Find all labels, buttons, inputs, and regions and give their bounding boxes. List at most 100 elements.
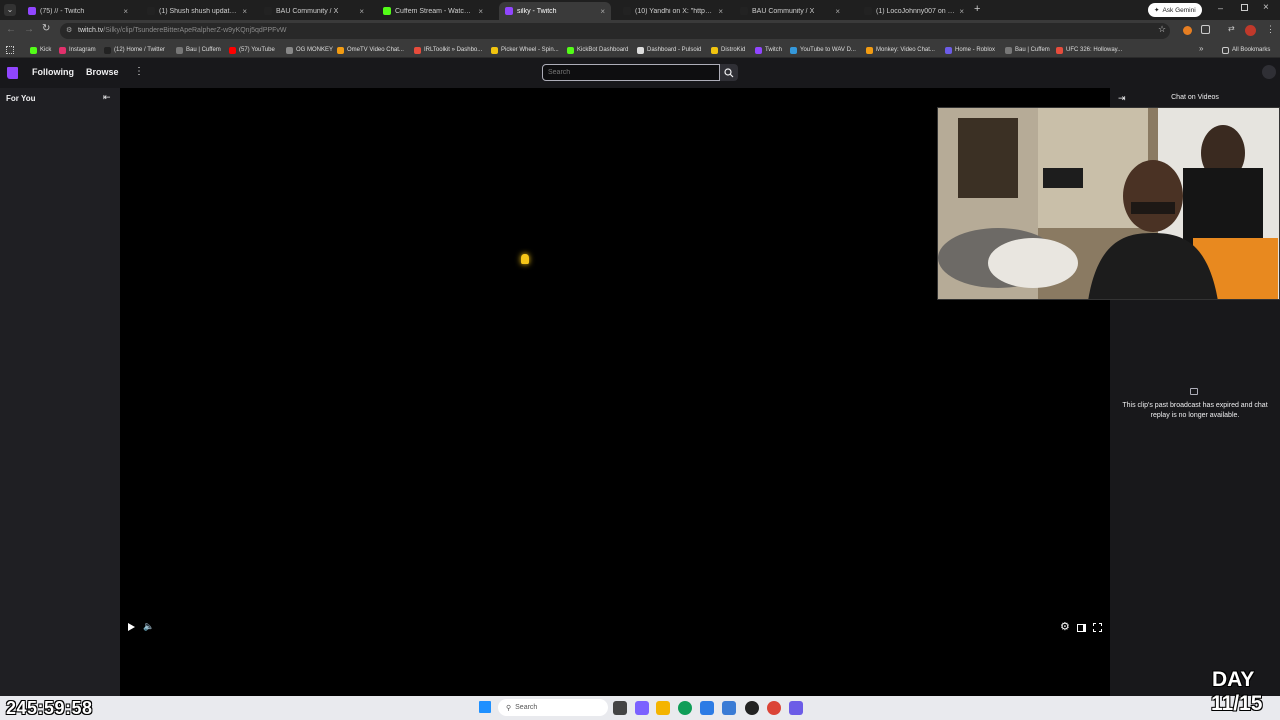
fullscreen-icon[interactable] bbox=[1093, 623, 1102, 632]
bookmark-item[interactable]: (57) YouTube bbox=[229, 45, 275, 55]
day-counter-label: DAY bbox=[1212, 668, 1255, 691]
chrome-icon[interactable] bbox=[767, 701, 781, 715]
bookmark-item[interactable]: YouTube to WAV D... bbox=[790, 45, 856, 55]
bookmark-item[interactable]: OG MONKEY bbox=[286, 45, 333, 55]
app-icon[interactable] bbox=[789, 701, 803, 715]
nav-browse[interactable]: Browse bbox=[86, 67, 119, 77]
ask-gemini-button[interactable]: ✦ Ask Gemini bbox=[1148, 3, 1202, 17]
profile-avatar[interactable] bbox=[1245, 25, 1256, 36]
back-button[interactable]: ← bbox=[6, 24, 16, 35]
obs-icon[interactable] bbox=[745, 701, 759, 715]
taskbar-search-label: Search bbox=[515, 704, 538, 711]
bookmark-item[interactable]: Picker Wheel - Spin... bbox=[491, 45, 559, 55]
plus-icon: + bbox=[974, 3, 981, 15]
bookmark-item[interactable]: KickBot Dashboard bbox=[567, 45, 628, 55]
site-info-icon[interactable]: ⚙ bbox=[66, 23, 72, 39]
bookmark-label: Twitch bbox=[765, 47, 783, 53]
browser-menu-icon[interactable]: ⋮ bbox=[1266, 24, 1275, 35]
bookmark-item[interactable]: Twitch bbox=[755, 45, 782, 55]
puzzle-icon[interactable] bbox=[1201, 25, 1210, 34]
bookmark-star-icon[interactable]: ☆ bbox=[1158, 24, 1166, 35]
tab-close-icon[interactable]: × bbox=[718, 7, 723, 16]
bookmark-favicon-icon bbox=[491, 46, 498, 54]
bookmark-label: Monkey: Video Chat... bbox=[876, 47, 935, 53]
browser-tab[interactable]: (1) Shush shush updates on × bbox=[141, 2, 253, 20]
bookmark-label: Home - Roblox bbox=[955, 47, 996, 53]
bookmark-item[interactable]: Monkey: Video Chat... bbox=[866, 45, 935, 55]
bookmark-favicon-icon bbox=[176, 46, 183, 54]
store-icon[interactable] bbox=[700, 701, 714, 715]
tab-label: BAU Community / X bbox=[752, 7, 815, 15]
tab-close-icon[interactable]: × bbox=[123, 7, 128, 16]
bookmark-item[interactable]: DistroKid bbox=[711, 45, 745, 55]
stream-timer: 245:59:58 bbox=[6, 698, 93, 718]
browser-tab[interactable]: (10) Yandhi on X: "https://t.co/× bbox=[617, 2, 729, 20]
tab-close-icon[interactable]: × bbox=[959, 7, 964, 16]
bookmark-label: Bau | Cuffem bbox=[186, 47, 221, 53]
copilot-icon[interactable] bbox=[635, 701, 649, 715]
play-button[interactable] bbox=[128, 623, 135, 631]
extension-icon[interactable] bbox=[1183, 26, 1192, 35]
tab-favicon-icon bbox=[740, 7, 748, 15]
chat-unavailable-message: This clip's past broadcast has expired a… bbox=[1122, 402, 1268, 419]
app-icon[interactable] bbox=[722, 701, 736, 715]
bookmark-item[interactable]: IRLToolkit » Dashbo... bbox=[414, 45, 482, 55]
taskbar-search[interactable]: ⚲ Search bbox=[498, 699, 608, 716]
volume-icon[interactable]: 🔈 bbox=[143, 621, 154, 632]
ask-gemini-label: Ask Gemini bbox=[1162, 6, 1196, 14]
bookmark-favicon-icon bbox=[286, 46, 293, 54]
folder-icon bbox=[1222, 46, 1229, 54]
browser-tab[interactable]: BAU Community / X × bbox=[258, 2, 370, 20]
profile-switch-icon[interactable]: ⇄ bbox=[1228, 24, 1235, 33]
bookmark-item[interactable]: Instagram bbox=[59, 45, 96, 55]
collapse-sidebar-icon[interactable]: ⇤ bbox=[103, 92, 111, 103]
tab-close-icon[interactable]: × bbox=[359, 7, 364, 16]
reload-button[interactable]: ↻ bbox=[42, 23, 50, 34]
tab-close-icon[interactable]: × bbox=[478, 7, 483, 16]
tab-close-icon[interactable]: × bbox=[835, 7, 840, 16]
tab-label: silky - Twitch bbox=[517, 7, 557, 15]
bookmark-item[interactable]: UFC 326: Holloway... bbox=[1056, 45, 1122, 55]
bookmark-item[interactable]: Bau | Cuffem bbox=[1005, 45, 1050, 55]
restore-button[interactable] bbox=[1241, 4, 1248, 11]
windows-taskbar: ⚲ Search bbox=[0, 696, 1280, 720]
nav-following[interactable]: Following bbox=[32, 67, 74, 77]
bookmark-item[interactable]: Bau | Cuffem bbox=[176, 45, 221, 55]
browser-tab[interactable]: Cuffem Stream - Watch Live on × bbox=[377, 2, 489, 20]
minimize-button[interactable]: – bbox=[1218, 3, 1223, 13]
tab-label: BAU Community / X bbox=[276, 7, 339, 15]
bookmark-label: Dashboard - Pulsoid bbox=[647, 47, 702, 53]
forward-button[interactable]: → bbox=[24, 24, 34, 35]
tab-favicon-icon bbox=[28, 7, 36, 15]
search-input[interactable] bbox=[542, 64, 720, 81]
browser-tab[interactable]: (1) LocoJohnny007 on X: "Oh m × bbox=[858, 2, 970, 20]
start-button-icon[interactable] bbox=[479, 701, 491, 713]
bookmark-item[interactable]: Home - Roblox bbox=[945, 45, 995, 55]
search-button[interactable] bbox=[720, 64, 738, 81]
theatre-mode-icon[interactable] bbox=[1077, 624, 1086, 632]
bookmark-item[interactable]: Dashboard - Pulsoid bbox=[637, 45, 701, 55]
twitch-logo-icon[interactable] bbox=[7, 67, 18, 79]
user-avatar[interactable] bbox=[1262, 65, 1276, 79]
all-bookmarks-folder[interactable]: All Bookmarks bbox=[1222, 45, 1270, 55]
browser-toolbar: ← → ↻ ⚙ twitch.tv/Silky/clip/TsundereBit… bbox=[0, 20, 1280, 42]
settings-gear-icon[interactable]: ⚙ bbox=[1060, 620, 1070, 633]
task-view-icon[interactable] bbox=[613, 701, 627, 715]
browser-tab[interactable]: BAU Community / X × bbox=[734, 2, 846, 20]
address-bar[interactable]: ⚙ twitch.tv/Silky/clip/TsundereBitterApe… bbox=[60, 23, 1170, 39]
tab-search-button[interactable]: ⌄ bbox=[4, 4, 16, 16]
edge-icon[interactable] bbox=[678, 701, 692, 715]
bookmarks-overflow-icon[interactable]: » bbox=[1199, 44, 1203, 53]
new-tab-button[interactable]: + bbox=[974, 3, 980, 15]
bookmark-item[interactable]: (12) Home / Twitter bbox=[104, 45, 165, 55]
tab-close-icon[interactable]: × bbox=[600, 7, 605, 16]
apps-grid-icon[interactable] bbox=[6, 46, 14, 54]
file-explorer-icon[interactable] bbox=[656, 701, 670, 715]
bookmark-item[interactable]: OmeTV Video Chat... bbox=[337, 45, 404, 55]
close-window-button[interactable]: × bbox=[1263, 2, 1269, 13]
browser-tab[interactable]: (75) // - Twitch × bbox=[22, 2, 134, 20]
tab-close-icon[interactable]: × bbox=[242, 7, 247, 16]
bookmark-item[interactable]: Kick bbox=[30, 45, 51, 55]
browser-tab[interactable]: silky - Twitch × bbox=[499, 2, 611, 20]
more-menu-icon[interactable]: ⋮ bbox=[134, 66, 144, 77]
